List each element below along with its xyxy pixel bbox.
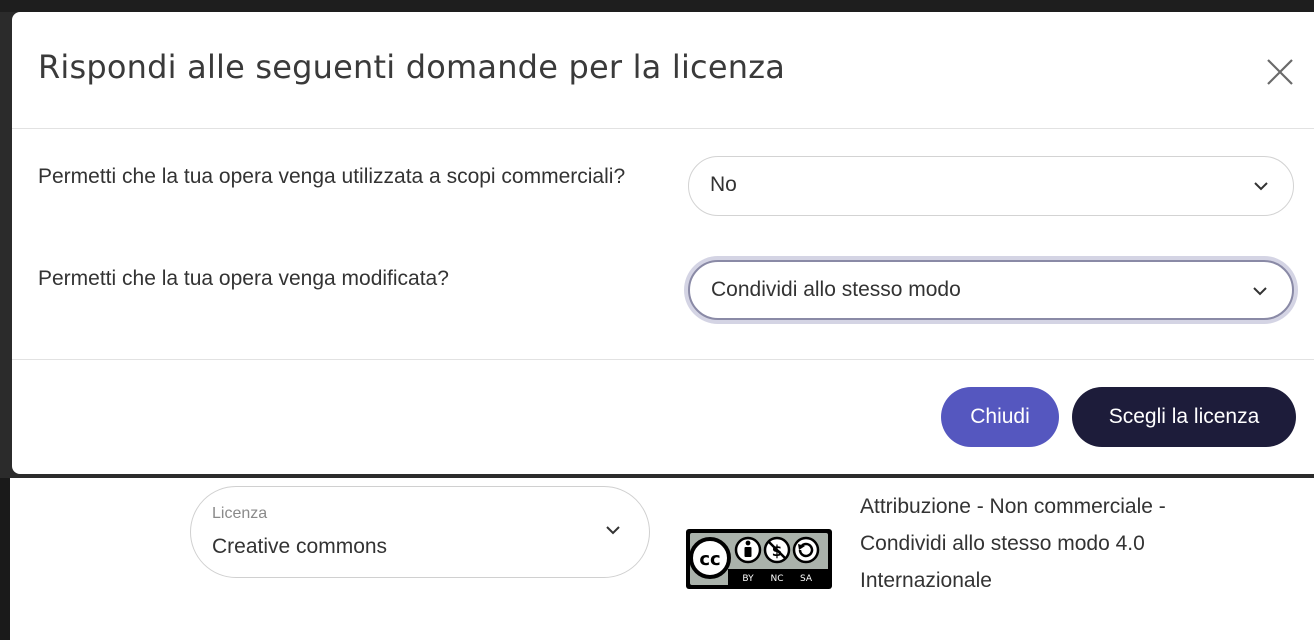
cc-tag-sa: SA	[800, 574, 813, 584]
chevron-down-icon	[1253, 179, 1269, 197]
question-modification: Permetti che la tua opera venga modifica…	[38, 267, 449, 290]
modal-backdrop-edge	[0, 0, 1314, 12]
page-left-edge	[0, 478, 10, 640]
chevron-down-icon	[605, 523, 621, 541]
commercial-use-select[interactable]: No	[688, 156, 1294, 216]
license-type-value: Creative commons	[212, 535, 388, 558]
modification-value: Condividi allo stesso modo	[711, 278, 961, 301]
license-description: Attribuzione - Non commerciale - Condivi…	[860, 495, 1166, 592]
modal-footer: Chiudi Scegli la licenza	[12, 360, 1314, 474]
modal-title: Rispondi alle seguenti domande per la li…	[38, 48, 785, 86]
license-modal: Rispondi alle seguenti domande per la li…	[12, 12, 1314, 474]
question-commercial-use: Permetti che la tua opera venga utilizza…	[38, 165, 626, 188]
svg-text:cc: cc	[699, 549, 720, 570]
cc-by-nc-sa-icon: cc $ BY NC SA	[686, 529, 832, 594]
commercial-use-value: No	[710, 173, 737, 196]
modification-select[interactable]: Condividi allo stesso modo	[688, 260, 1294, 320]
chevron-down-icon	[1252, 284, 1268, 302]
close-icon[interactable]	[1260, 52, 1300, 92]
close-button[interactable]: Chiudi	[941, 387, 1059, 447]
cc-tag-by: BY	[742, 574, 754, 584]
modal-header: Rispondi alle seguenti domande per la li…	[12, 12, 1314, 129]
license-type-label: Licenza	[212, 505, 268, 522]
cc-tag-nc: NC	[770, 574, 783, 584]
modal-body: Permetti che la tua opera venga utilizza…	[12, 129, 1314, 360]
choose-license-button[interactable]: Scegli la licenza	[1072, 387, 1296, 447]
license-type-select[interactable]: Licenza Creative commons	[190, 486, 650, 578]
